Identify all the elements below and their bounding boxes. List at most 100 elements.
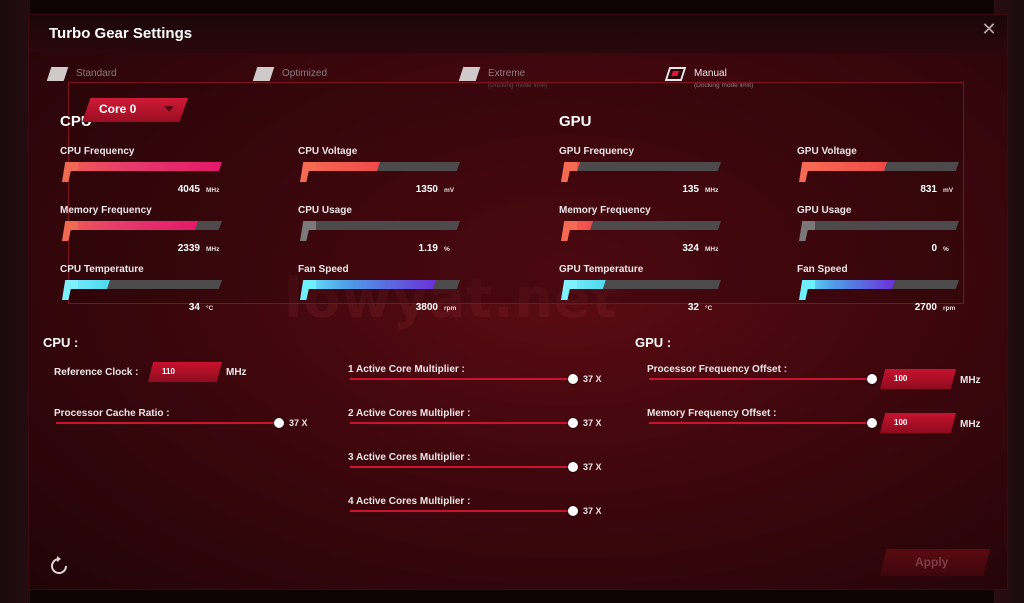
gpu-monitor-heading: GPU <box>559 113 592 130</box>
metric-value: 2700 <box>914 302 937 313</box>
metric-value: 831 <box>920 184 937 195</box>
gauge-hook <box>300 221 316 241</box>
metric-gauge <box>799 221 959 241</box>
metric-label: Fan Speed <box>298 264 349 275</box>
core-selector-dropdown[interactable]: Core 0 <box>82 98 188 122</box>
metric-value: 2339 <box>177 243 200 254</box>
gauge-hook <box>62 162 78 182</box>
metric-gauge <box>799 280 959 300</box>
gpu-metric-gpu-voltage: GPU Voltage 831 mV <box>797 146 967 202</box>
mode-radio-icon <box>46 67 69 81</box>
refresh-icon[interactable] <box>49 556 69 576</box>
gpu-metric-fan-speed: Fan Speed 2700 rpm <box>797 264 967 320</box>
mem-offset-input[interactable]: 100 <box>880 413 956 433</box>
gauge-track <box>562 162 721 171</box>
window-title: Turbo Gear Settings <box>49 25 193 42</box>
gpu-metric-gpu-frequency: GPU Frequency 135 MHz <box>559 146 729 202</box>
metric-gauge <box>300 280 460 300</box>
cpu-metric-fan-speed: Fan Speed 3800 rpm <box>298 264 468 320</box>
gpu-metric-gpu-usage: GPU Usage 0% <box>797 205 967 261</box>
gauge-hook <box>561 221 577 241</box>
gauge-hook <box>799 280 815 300</box>
freq-offset-input[interactable]: 100 <box>880 369 956 389</box>
gauge-hook <box>561 162 577 182</box>
slider-knob[interactable] <box>867 374 877 384</box>
metric-unit: °C <box>705 305 713 312</box>
gauge-hook <box>62 221 78 241</box>
multiplier-1-value: 37 X <box>583 374 602 384</box>
metric-unit: MHz <box>206 187 220 194</box>
metric-gauge <box>62 280 222 300</box>
cpu-settings-heading: CPU : <box>43 335 79 350</box>
metric-label: Memory Frequency <box>559 205 651 216</box>
metric-unit: MHz <box>206 246 220 253</box>
gpu-metric-memory-frequency: Memory Frequency 324 MHz <box>559 205 729 261</box>
mode-radio-selected-icon <box>664 67 687 81</box>
metric-label: GPU Temperature <box>559 264 644 275</box>
gauge-track <box>301 221 460 230</box>
metric-unit: rpm <box>943 305 956 312</box>
metric-gauge <box>300 221 460 241</box>
slider-knob[interactable] <box>568 506 578 516</box>
metric-gauge <box>62 221 222 241</box>
slider-knob[interactable] <box>568 374 578 384</box>
mode-standard[interactable]: Standard <box>46 63 117 81</box>
metric-gauge <box>561 162 721 182</box>
multiplier-4-slider[interactable] <box>350 506 578 516</box>
reference-clock-input[interactable]: 110 <box>148 362 222 382</box>
close-icon[interactable]: ✕ <box>979 19 999 39</box>
mem-offset-value: 100 <box>894 418 908 427</box>
freq-offset-slider[interactable] <box>649 374 877 384</box>
metric-value: 324 <box>682 243 699 254</box>
slider-knob[interactable] <box>274 418 284 428</box>
slider-knob[interactable] <box>867 418 877 428</box>
metric-label: Memory Frequency <box>60 205 152 216</box>
gauge-hook <box>300 162 316 182</box>
metric-label: CPU Usage <box>298 205 352 216</box>
mem-offset-unit: MHz <box>960 419 981 430</box>
gauge-hook <box>799 221 815 241</box>
slider-rail <box>350 422 574 424</box>
metric-label: GPU Voltage <box>797 146 857 157</box>
multiplier-2-value: 37 X <box>583 418 602 428</box>
mode-optimized[interactable]: Optimized <box>252 63 327 81</box>
cache-ratio-slider[interactable] <box>56 418 284 428</box>
metric-label: CPU Temperature <box>60 264 144 275</box>
cpu-metric-cpu-temperature: CPU Temperature 34 °C <box>60 264 230 320</box>
cpu-metric-memory-frequency: Memory Frequency 2339 MHz <box>60 205 230 261</box>
metric-unit: mV <box>444 187 455 194</box>
slider-knob[interactable] <box>568 462 578 472</box>
mode-radio-icon <box>458 67 481 81</box>
metric-unit: mV <box>943 187 954 194</box>
core-selector-value: Core 0 <box>99 102 137 116</box>
gauge-hook <box>561 280 577 300</box>
metric-unit: rpm <box>444 305 457 312</box>
gpu-metric-gpu-temperature: GPU Temperature 32 °C <box>559 264 729 320</box>
background-left <box>0 0 30 603</box>
metric-value: 32 <box>687 302 699 313</box>
apply-button-label: Apply <box>915 555 949 569</box>
gauge-hook <box>300 280 316 300</box>
multiplier-1-slider[interactable] <box>350 374 578 384</box>
multiplier-3-slider[interactable] <box>350 462 578 472</box>
title-bar: Turbo Gear Settings ✕ <box>29 15 1007 53</box>
metric-label: GPU Frequency <box>559 146 635 157</box>
metric-gauge <box>799 162 959 182</box>
metric-unit: % <box>444 246 450 253</box>
reference-clock-unit: MHz <box>226 367 247 378</box>
slider-rail <box>350 510 574 512</box>
mode-label: Extreme <box>488 68 526 79</box>
metric-unit: MHz <box>705 187 719 194</box>
metric-gauge <box>300 162 460 182</box>
gauge-fill <box>62 221 198 230</box>
slider-rail <box>649 422 873 424</box>
mem-offset-slider[interactable] <box>649 418 877 428</box>
slider-knob[interactable] <box>568 418 578 428</box>
slider-rail <box>56 422 280 424</box>
multiplier-2-slider[interactable] <box>350 418 578 428</box>
metric-label: CPU Frequency <box>60 146 135 157</box>
reference-clock-value: 110 <box>162 367 175 376</box>
gauge-fill <box>62 162 222 171</box>
metric-value: 135 <box>682 184 699 195</box>
apply-button[interactable]: Apply <box>880 549 990 576</box>
